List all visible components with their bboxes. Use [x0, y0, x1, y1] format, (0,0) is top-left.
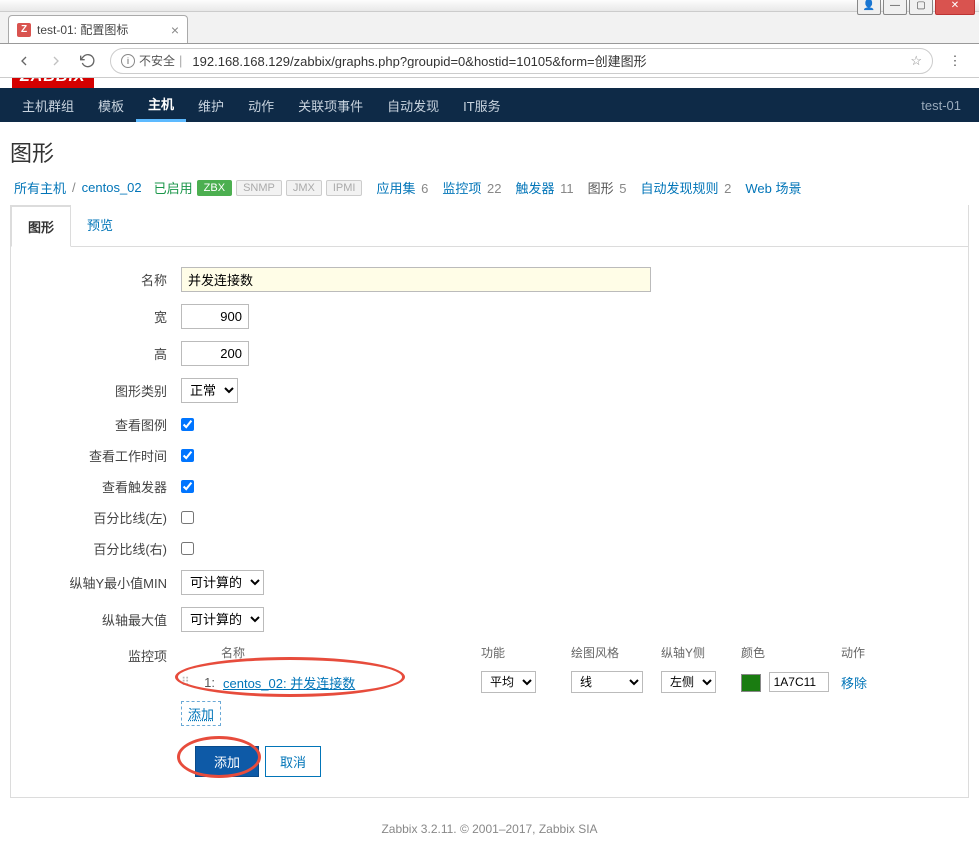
label-show-legend: 查看图例 [21, 415, 181, 434]
breadcrumb-all-hosts[interactable]: 所有主机 [14, 178, 66, 197]
nav-actions[interactable]: 动作 [236, 88, 286, 122]
drag-handle-icon[interactable]: ⠿ [181, 676, 197, 688]
window-titlebar: 👤 — ▢ ✕ [0, 0, 979, 12]
label-pct-right: 百分比线(右) [21, 539, 181, 558]
graph-form: 图形 预览 名称 宽 高 图形类别 正常 查看图例 [10, 205, 969, 798]
item-row: ⠿ 1: centos_02: 并发连接数 平均 线 左侧 移除 [181, 671, 958, 693]
badge-zbx: ZBX [197, 180, 232, 196]
item-remove-link[interactable]: 移除 [841, 676, 867, 691]
browser-tab[interactable]: Z test-01: 配置图标 × [8, 15, 188, 43]
stat-web-scenarios[interactable]: Web 场景 [745, 178, 801, 197]
checkbox-pct-left[interactable] [181, 511, 194, 524]
label-height: 高 [21, 344, 181, 363]
label-show-worktime: 查看工作时间 [21, 446, 181, 465]
select-item-side[interactable]: 左侧 [661, 671, 716, 693]
info-icon: i [121, 54, 135, 68]
add-item-link[interactable]: 添加 [181, 701, 221, 726]
label-items: 监控项 [21, 644, 181, 665]
breadcrumb: 所有主机 / centos_02 已启用 ZBX SNMP JMX IPMI 应… [10, 178, 969, 197]
select-item-func[interactable]: 平均 [481, 671, 536, 693]
nav-discovery[interactable]: 自动发现 [375, 88, 451, 122]
tab-close-icon[interactable]: × [171, 22, 179, 38]
nav-correlation[interactable]: 关联项事件 [286, 88, 375, 122]
stat-items[interactable]: 监控项 22 [442, 178, 501, 197]
label-show-triggers: 查看触发器 [21, 477, 181, 496]
tab-title: test-01: 配置图标 [37, 21, 128, 38]
stat-discovery-rules[interactable]: 自动发现规则 2 [640, 178, 731, 197]
header-name: 名称 [181, 644, 481, 661]
input-color[interactable] [769, 672, 829, 692]
user-window-button[interactable]: 👤 [857, 0, 881, 15]
item-index: 1: [197, 675, 215, 690]
header-side: 纵轴Y侧 [661, 644, 741, 661]
select-ymin[interactable]: 可计算的 [181, 570, 264, 595]
items-table-header: 名称 功能 绘图风格 纵轴Y侧 颜色 动作 [181, 644, 958, 661]
badge-snmp: SNMP [236, 180, 282, 196]
label-ymax: 纵轴最大值 [21, 610, 181, 629]
badge-jmx: JMX [286, 180, 322, 196]
reload-icon[interactable] [78, 51, 98, 71]
security-indicator[interactable]: i 不安全 [121, 52, 175, 69]
zabbix-logo-bar: ZABBIX [0, 78, 979, 88]
form-tabs: 图形 预览 [11, 205, 968, 247]
nav-it-services[interactable]: IT服务 [451, 88, 513, 122]
header-func: 功能 [481, 644, 571, 661]
breadcrumb-host[interactable]: centos_02 [82, 180, 142, 195]
browser-tab-strip: Z test-01: 配置图标 × [0, 12, 979, 44]
nav-host-groups[interactable]: 主机群组 [10, 88, 86, 122]
label-graph-type: 图形类别 [21, 381, 181, 400]
header-color: 颜色 [741, 644, 841, 661]
checkbox-pct-right[interactable] [181, 542, 194, 555]
label-ymin: 纵轴Y最小值MIN [21, 573, 181, 592]
status-enabled: 已启用 [154, 178, 193, 197]
zabbix-nav: 主机群组 模板 主机 维护 动作 关联项事件 自动发现 IT服务 test-01 [0, 88, 979, 122]
checkbox-show-legend[interactable] [181, 418, 194, 431]
submit-button[interactable]: 添加 [195, 746, 259, 777]
input-width[interactable] [181, 304, 249, 329]
page-title: 图形 [10, 136, 969, 168]
tab-favicon: Z [17, 23, 31, 37]
nav-maintenance[interactable]: 维护 [186, 88, 236, 122]
nav-host-context: test-01 [921, 98, 969, 113]
insecure-label: 不安全 [139, 52, 175, 69]
stat-applications[interactable]: 应用集 6 [376, 178, 428, 197]
nav-templates[interactable]: 模板 [86, 88, 136, 122]
minimize-window-button[interactable]: — [883, 0, 907, 15]
select-item-style[interactable]: 线 [571, 671, 643, 693]
forward-icon [46, 51, 66, 71]
select-graph-type[interactable]: 正常 [181, 378, 238, 403]
label-name: 名称 [21, 270, 181, 289]
header-style: 绘图风格 [571, 644, 661, 661]
nav-hosts[interactable]: 主机 [136, 88, 186, 122]
label-width: 宽 [21, 307, 181, 326]
browser-address-bar: i 不安全 | ☆ ⋮ [0, 44, 979, 78]
item-name-link[interactable]: centos_02: 并发连接数 [223, 673, 355, 692]
header-action: 动作 [841, 644, 901, 661]
bookmark-star-icon[interactable]: ☆ [910, 53, 922, 69]
browser-menu-icon[interactable]: ⋮ [945, 51, 965, 71]
cancel-button[interactable]: 取消 [265, 746, 321, 777]
checkbox-show-triggers[interactable] [181, 480, 194, 493]
url-input[interactable] [192, 53, 910, 68]
maximize-window-button[interactable]: ▢ [909, 0, 933, 15]
checkbox-show-worktime[interactable] [181, 449, 194, 462]
input-height[interactable] [181, 341, 249, 366]
close-window-button[interactable]: ✕ [935, 0, 975, 15]
stat-triggers[interactable]: 触发器 11 [515, 178, 573, 197]
select-ymax[interactable]: 可计算的 [181, 607, 264, 632]
address-input-wrap[interactable]: i 不安全 | ☆ [110, 48, 933, 74]
input-name[interactable] [181, 267, 651, 292]
tab-preview[interactable]: 预览 [71, 205, 129, 246]
footer: Zabbix 3.2.11. © 2001–2017, Zabbix SIA [10, 798, 969, 846]
stat-graphs[interactable]: 图形 5 [588, 178, 627, 197]
tab-graph[interactable]: 图形 [11, 205, 71, 247]
zabbix-logo: ZABBIX [12, 78, 94, 88]
badge-ipmi: IPMI [326, 180, 363, 196]
label-pct-left: 百分比线(左) [21, 508, 181, 527]
color-swatch[interactable] [741, 674, 761, 692]
back-icon[interactable] [14, 51, 34, 71]
